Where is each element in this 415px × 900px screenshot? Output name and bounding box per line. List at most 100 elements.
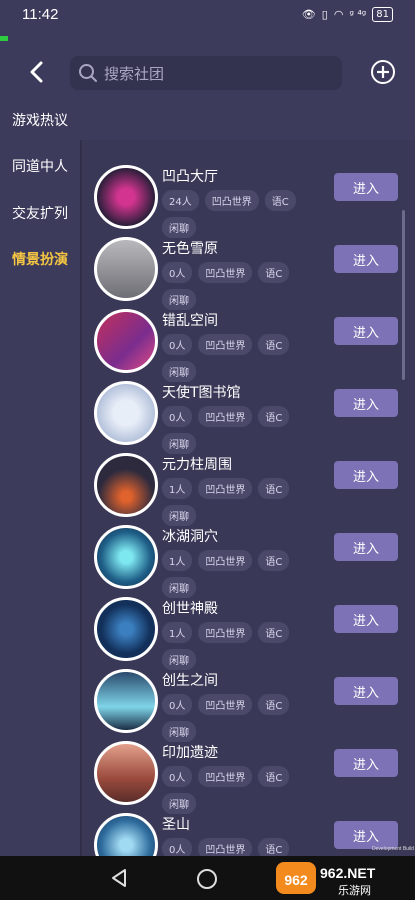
room-name: 凹凸大厅	[162, 169, 218, 185]
site-watermark: 962 962.NET 乐游网	[276, 862, 376, 897]
vibrate-icon: ▯	[321, 8, 328, 21]
sidebar-item-kindred[interactable]: 同道中人	[12, 156, 68, 176]
ruins-icon	[94, 741, 158, 805]
tag-count: 0人	[162, 766, 193, 787]
pink-block-icon	[94, 165, 158, 229]
sidebar-item-make-friends[interactable]: 交友扩列	[12, 203, 68, 223]
tag-world: 凹凸世界	[198, 478, 253, 499]
category-sidebar: 游戏热议 同道中人 交友扩列 情景扮演	[0, 100, 80, 860]
tag-type: 语C	[258, 550, 290, 571]
enter-button[interactable]: 进入	[334, 173, 398, 201]
room-name: 创世神殿	[162, 601, 218, 617]
room-name: 无色雪原	[162, 241, 218, 257]
ice-cave-icon	[94, 525, 158, 589]
eye-icon: 👁	[301, 8, 316, 21]
list-item[interactable]: 创世神殿 1人 凹凸世界 语C闲聊 进入	[82, 594, 415, 670]
header: 搜索社团	[0, 50, 415, 96]
tag-count: 0人	[162, 838, 193, 856]
enter-button[interactable]: 进入	[334, 677, 398, 705]
scrollbar[interactable]	[402, 210, 405, 380]
enter-button[interactable]: 进入	[334, 245, 398, 273]
room-name: 天使T图书馆	[162, 385, 241, 401]
tag-type: 语C	[258, 334, 290, 355]
tag-world: 凹凸世界	[198, 406, 253, 427]
search-bar[interactable]: 搜索社团	[70, 56, 342, 90]
sidebar-item-game-discussion[interactable]: 游戏热议	[12, 110, 68, 130]
enter-button[interactable]: 进入	[334, 749, 398, 777]
debug-indicator	[0, 36, 8, 41]
tag-count: 24人	[162, 190, 199, 211]
room-name: 元力柱周围	[162, 457, 232, 473]
room-tags: 0人 凹凸世界 语C	[162, 838, 332, 856]
tag-type: 语C	[264, 190, 296, 211]
room-name: 创生之间	[162, 673, 218, 689]
tag-count: 1人	[162, 550, 193, 571]
list-item[interactable]: 无色雪原 0人 凹凸世界 语C闲聊 进入	[82, 234, 415, 310]
tag-type: 语C	[258, 622, 290, 643]
list-item[interactable]: 冰湖洞穴 1人 凹凸世界 语C闲聊 进入	[82, 522, 415, 598]
room-name: 错乱空间	[162, 313, 218, 329]
crystal-space-icon	[94, 309, 158, 373]
crystal-library-icon	[94, 381, 158, 445]
enter-button[interactable]: 进入	[334, 317, 398, 345]
list-item[interactable]: 天使T图书馆 0人 凹凸世界 语C闲聊 进入	[82, 378, 415, 454]
system-icons: 👁 ▯ ◠ ᵍ ⁴ᵍ 81	[302, 7, 393, 22]
room-name: 冰湖洞穴	[162, 529, 218, 545]
volcano-icon	[94, 453, 158, 517]
search-input[interactable]: 搜索社团	[104, 63, 164, 84]
tag-world: 凹凸世界	[198, 262, 253, 283]
back-arrow-icon[interactable]	[26, 60, 50, 84]
tag-world: 凹凸世界	[198, 550, 253, 571]
list-item[interactable]: 印加遗迹 0人 凹凸世界 语C闲聊 进入	[82, 738, 415, 814]
tag-count: 1人	[162, 478, 193, 499]
signal-icon: ᵍ ⁴ᵍ	[349, 8, 367, 21]
tag-type: 语C	[258, 406, 290, 427]
sacred-mountain-icon	[94, 813, 158, 856]
sidebar-item-roleplay[interactable]: 情景扮演	[12, 249, 68, 269]
list-item[interactable]: 创生之间 0人 凹凸世界 语C闲聊 进入	[82, 666, 415, 742]
search-icon	[79, 64, 97, 82]
svg-text:962: 962	[284, 872, 308, 888]
status-bar: 11:42 👁 ▯ ◠ ᵍ ⁴ᵍ 81	[0, 0, 415, 30]
tag-world: 凹凸世界	[198, 838, 253, 856]
room-name: 印加遗迹	[162, 745, 218, 761]
add-circle-icon[interactable]	[370, 59, 396, 85]
list-item[interactable]: 圣山 0人 凹凸世界 语C 进入	[82, 810, 415, 856]
snow-forest-icon	[94, 237, 158, 301]
watermark-sub: 乐游网	[338, 884, 371, 897]
tag-type: 语C	[258, 766, 290, 787]
watermark-main: 962.NET	[320, 865, 376, 881]
list-item[interactable]: 凹凸大厅 24人 凹凸世界 语C闲聊 进入	[82, 162, 415, 238]
enter-button[interactable]: 进入	[334, 533, 398, 561]
tag-count: 1人	[162, 622, 193, 643]
tag-type: 语C	[258, 478, 290, 499]
tag-world: 凹凸世界	[198, 334, 253, 355]
nav-back-icon[interactable]	[110, 868, 128, 888]
tag-world: 凹凸世界	[198, 622, 253, 643]
room-name: 圣山	[162, 817, 190, 833]
tag-count: 0人	[162, 406, 193, 427]
tag-count: 0人	[162, 262, 193, 283]
enter-button[interactable]: 进入	[334, 821, 398, 849]
wifi-icon: ◠	[333, 8, 344, 21]
tag-type: 语C	[258, 694, 290, 715]
temple-icon	[94, 597, 158, 661]
dev-build-label: Development Build	[372, 846, 414, 852]
tag-world: 凹凸世界	[198, 766, 253, 787]
list-item[interactable]: 元力柱周围 1人 凹凸世界 语C闲聊 进入	[82, 450, 415, 526]
pillars-icon	[94, 669, 158, 733]
enter-button[interactable]: 进入	[334, 389, 398, 417]
status-time: 11:42	[22, 6, 59, 23]
tag-world: 凹凸世界	[204, 190, 259, 211]
enter-button[interactable]: 进入	[334, 605, 398, 633]
tag-type: 语C	[258, 262, 290, 283]
nav-home-icon[interactable]	[197, 869, 217, 889]
tag-count: 0人	[162, 694, 193, 715]
enter-button[interactable]: 进入	[334, 461, 398, 489]
battery-icon: 81	[372, 7, 393, 22]
tag-world: 凹凸世界	[198, 694, 253, 715]
room-list: 凹凸大厅 24人 凹凸世界 语C闲聊 进入 无色雪原 0人 凹凸世界 语C闲聊 进入 错…	[82, 140, 415, 856]
tag-type: 语C	[258, 838, 290, 856]
list-item[interactable]: 错乱空间 0人 凹凸世界 语C闲聊 进入	[82, 306, 415, 382]
tag-count: 0人	[162, 334, 193, 355]
